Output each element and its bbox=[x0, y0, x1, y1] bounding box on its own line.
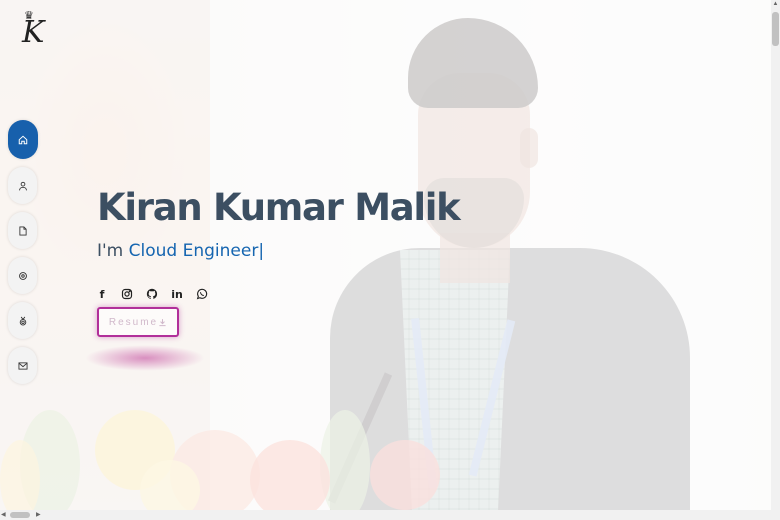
nav-contact-button[interactable] bbox=[8, 347, 37, 384]
github-link[interactable] bbox=[146, 288, 158, 300]
nav-skills-button[interactable] bbox=[8, 257, 37, 294]
hero-tagline: I'm Cloud Engineer| bbox=[97, 241, 264, 261]
site-logo[interactable]: ♛ K bbox=[16, 10, 48, 60]
horizontal-scrollbar[interactable]: ◀ ▶ bbox=[0, 510, 780, 520]
gear-icon bbox=[18, 271, 27, 280]
vertical-scrollbar[interactable]: ▲ bbox=[771, 0, 780, 510]
linkedin-icon: in bbox=[171, 287, 183, 301]
typing-cursor: | bbox=[258, 241, 265, 261]
horizontal-scroll-thumb[interactable] bbox=[10, 512, 30, 518]
instagram-link[interactable] bbox=[121, 288, 133, 300]
whatsapp-link[interactable] bbox=[196, 288, 208, 300]
facebook-link[interactable]: f bbox=[96, 287, 108, 301]
facebook-icon: f bbox=[99, 287, 105, 301]
scroll-up-arrow[interactable]: ▲ bbox=[772, 1, 779, 8]
document-icon bbox=[18, 226, 27, 235]
award-icon bbox=[19, 316, 26, 325]
instagram-icon bbox=[121, 288, 133, 300]
nav-resume-button[interactable] bbox=[8, 212, 37, 249]
logo-letter: K bbox=[22, 15, 45, 50]
resume-download-button[interactable]: Resume bbox=[97, 307, 179, 337]
download-icon bbox=[159, 318, 166, 326]
side-navigation bbox=[8, 120, 38, 392]
scroll-right-arrow[interactable]: ▶ bbox=[36, 511, 44, 519]
hero-name: Kiran Kumar Malik bbox=[97, 186, 461, 229]
nav-home-button[interactable] bbox=[8, 120, 38, 159]
social-links: f in bbox=[96, 287, 208, 301]
scroll-left-arrow[interactable]: ◀ bbox=[1, 511, 9, 519]
home-icon bbox=[18, 135, 28, 144]
vertical-scroll-thumb[interactable] bbox=[772, 12, 779, 46]
whatsapp-icon bbox=[196, 288, 208, 300]
mail-icon bbox=[18, 361, 27, 370]
tagline-prefix: I'm bbox=[97, 241, 129, 261]
user-icon bbox=[18, 181, 27, 190]
resume-button-glow bbox=[85, 345, 205, 371]
linkedin-link[interactable]: in bbox=[171, 287, 183, 301]
nav-about-button[interactable] bbox=[8, 167, 37, 204]
nav-awards-button[interactable] bbox=[8, 302, 37, 339]
github-icon bbox=[146, 288, 158, 299]
typed-role: Cloud Engineer bbox=[128, 241, 259, 261]
resume-label: Resume bbox=[108, 316, 159, 328]
